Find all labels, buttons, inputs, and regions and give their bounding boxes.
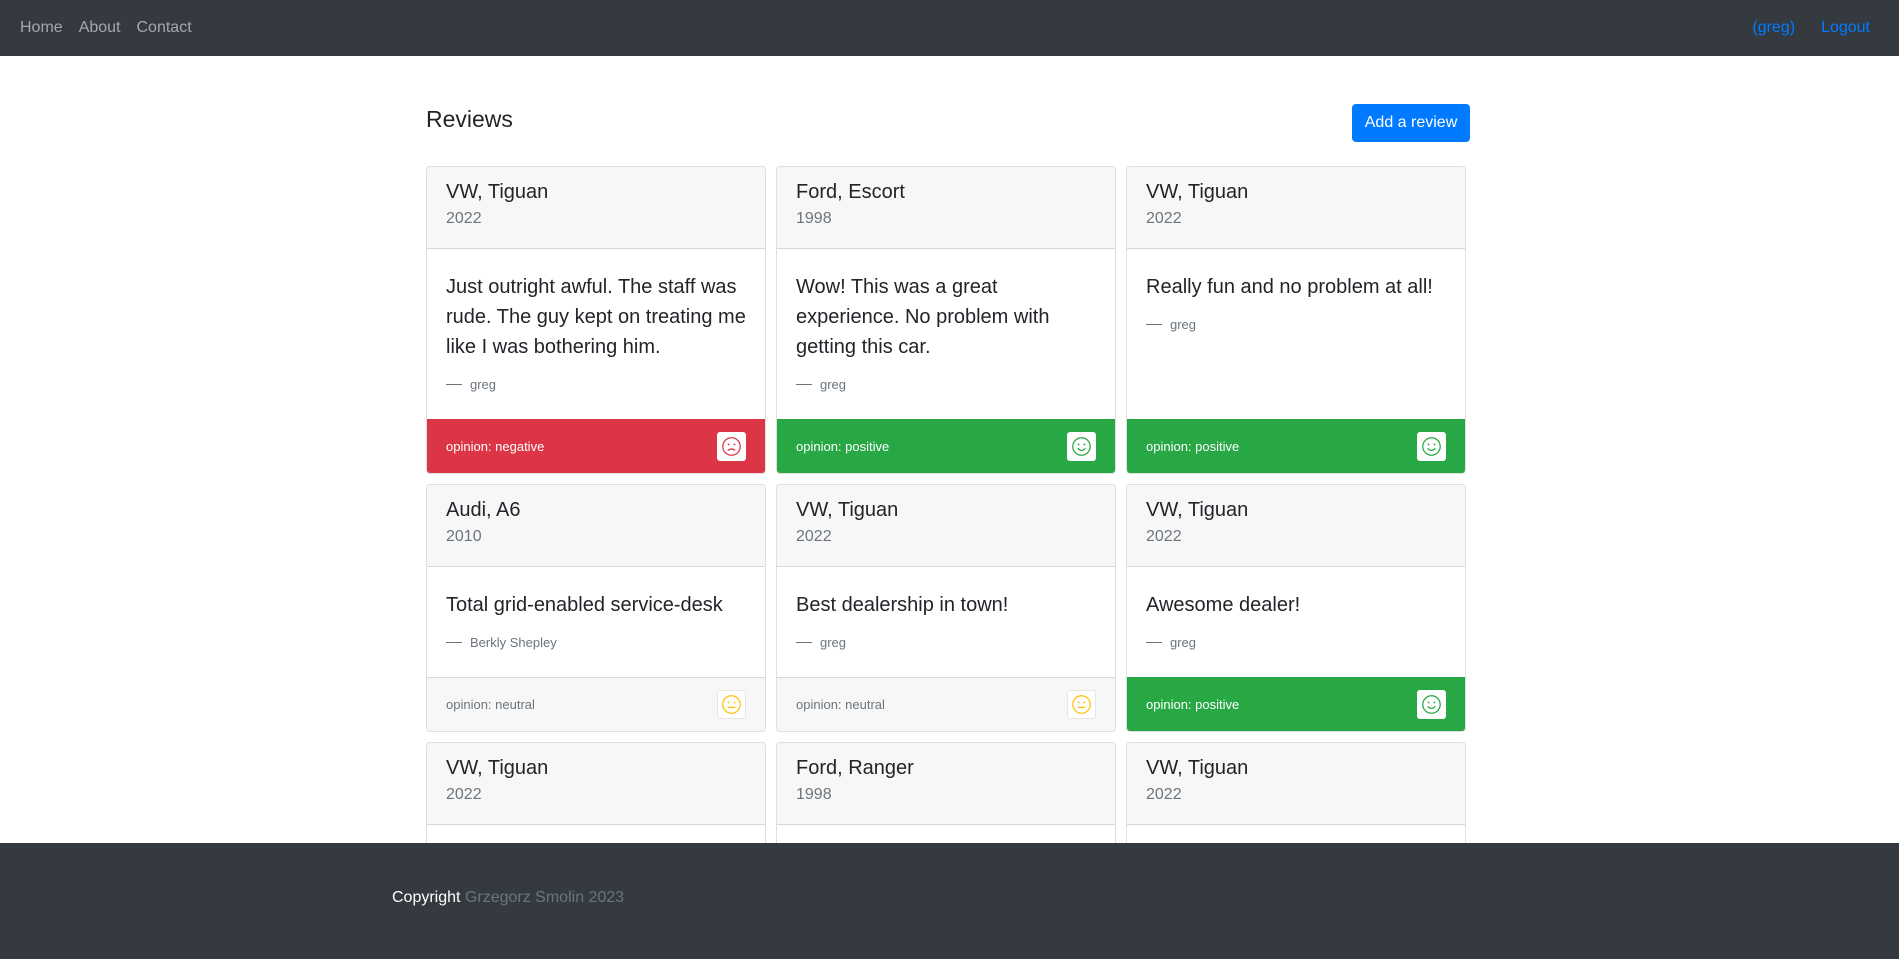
author-name: greg (820, 634, 847, 650)
card-header: VW, Tiguan 2022 (1127, 485, 1465, 567)
opinion-label: opinion: neutral (446, 697, 535, 712)
card-year: 2022 (1146, 528, 1182, 545)
card-header: VW, Tiguan 2022 (427, 743, 765, 825)
dash-icon (446, 383, 462, 385)
opinion-footer: opinion: positive (1127, 419, 1465, 473)
card-title: Ford, Ranger (796, 757, 914, 779)
card-title: VW, Tiguan (446, 757, 549, 779)
review-text: Best dealership in town! (796, 594, 1009, 616)
card-header: VW, Tiguan 2022 (777, 485, 1115, 567)
opinion-label: opinion: positive (796, 438, 890, 454)
opinion-footer: opinion: neutral (777, 677, 1115, 731)
card-title: VW, Tiguan (796, 499, 899, 521)
review-text: Really fun and no problem at all! (1146, 276, 1433, 298)
review-author: Berkly Shepley (446, 632, 746, 652)
page-title: Reviews (426, 106, 513, 132)
opinion-footer: opinion: negative (427, 419, 765, 473)
card-title: VW, Tiguan (1146, 757, 1249, 779)
add-review-button[interactable]: Add a review (1352, 104, 1470, 142)
author-name: greg (470, 376, 497, 392)
review-author: greg (1146, 314, 1446, 334)
author-name: Berkly Shepley (470, 634, 557, 650)
smile-icon (1067, 431, 1096, 461)
opinion-label: opinion: negative (446, 438, 545, 454)
card-body: Awesome dealer! greg (1127, 567, 1465, 652)
card-year: 1998 (796, 786, 832, 803)
dash-icon (796, 641, 812, 643)
opinion-label: opinion: positive (1146, 438, 1240, 454)
review-text: Total grid-enabled service-desk (446, 594, 723, 616)
review-author: greg (796, 632, 1096, 652)
author-name: greg (820, 376, 847, 392)
card-title: VW, Tiguan (446, 181, 549, 203)
dash-icon (1146, 641, 1162, 643)
card-year: 1998 (796, 210, 832, 227)
card-title: Audi, A6 (446, 499, 521, 521)
card-header: Ford, Escort 1998 (777, 167, 1115, 249)
smile-icon (1417, 431, 1446, 461)
review-author: greg (796, 374, 1096, 394)
card-body: Really fun and no problem at all! greg (1127, 249, 1465, 334)
smile-icon (1417, 689, 1446, 719)
card-body: Best dealership in town! greg (777, 567, 1115, 652)
card-title: VW, Tiguan (1146, 181, 1249, 203)
dash-icon (446, 641, 462, 643)
review-text: Just outright awful. The staff was rude.… (446, 276, 746, 358)
card-header: VW, Tiguan 2022 (1127, 743, 1465, 825)
copyright-text: Copyright Grzegorz Smolin 2023 (392, 889, 624, 907)
card-header: Audi, A6 2010 (427, 485, 765, 567)
review-card: VW, Tiguan 2022 Really fun and no proble… (1126, 166, 1466, 474)
review-text: Awesome dealer! (1146, 594, 1301, 616)
copyright-owner: Grzegorz Smolin 2023 (464, 889, 625, 906)
card-year: 2022 (446, 786, 482, 803)
card-header: VW, Tiguan 2022 (427, 167, 765, 249)
review-card: VW, Tiguan 2022 (1126, 742, 1466, 843)
dash-icon (796, 383, 812, 385)
review-card: VW, Tiguan 2022 (426, 742, 766, 843)
card-title: Ford, Escort (796, 181, 905, 203)
review-text: Wow! This was a great experience. No pro… (796, 276, 1050, 358)
card-title: VW, Tiguan (1146, 499, 1249, 521)
review-card: Ford, Escort 1998 Wow! This was a great … (776, 166, 1116, 474)
card-header: VW, Tiguan 2022 (1127, 167, 1465, 249)
neutral-face-icon (717, 690, 746, 719)
card-year: 2022 (446, 210, 482, 227)
review-card: Ford, Ranger 1998 (776, 742, 1116, 843)
author-name: greg (1170, 316, 1197, 332)
reviews-area: Reviews Add a review VW, Tiguan 2022 Jus… (0, 0, 1899, 843)
opinion-label: opinion: positive (1146, 696, 1240, 712)
frown-icon (717, 431, 746, 461)
copyright-label: Copyright (392, 889, 461, 906)
dash-icon (1146, 323, 1162, 325)
card-year: 2022 (796, 528, 832, 545)
card-body: Just outright awful. The staff was rude.… (427, 249, 765, 394)
opinion-footer: opinion: positive (1127, 677, 1465, 731)
review-card: VW, Tiguan 2022 Just outright awful. The… (426, 166, 766, 474)
opinion-footer: opinion: positive (777, 419, 1115, 473)
site-footer: Copyright Grzegorz Smolin 2023 (0, 843, 1899, 959)
review-card: VW, Tiguan 2022 Awesome dealer! greg opi… (1126, 484, 1466, 732)
review-card: Audi, A6 2010 Total grid-enabled service… (426, 484, 766, 732)
card-year: 2010 (446, 528, 482, 545)
card-year: 2022 (1146, 210, 1182, 227)
card-body: Wow! This was a great experience. No pro… (777, 249, 1115, 394)
review-author: greg (1146, 632, 1446, 652)
review-card: VW, Tiguan 2022 Best dealership in town!… (776, 484, 1116, 732)
card-body: Total grid-enabled service-desk Berkly S… (427, 567, 765, 652)
card-year: 2022 (1146, 786, 1182, 803)
neutral-face-icon (1067, 690, 1096, 719)
opinion-footer: opinion: neutral (427, 677, 765, 731)
review-author: greg (446, 374, 746, 394)
card-header: Ford, Ranger 1998 (777, 743, 1115, 825)
author-name: greg (1170, 634, 1197, 650)
opinion-label: opinion: neutral (796, 697, 885, 712)
